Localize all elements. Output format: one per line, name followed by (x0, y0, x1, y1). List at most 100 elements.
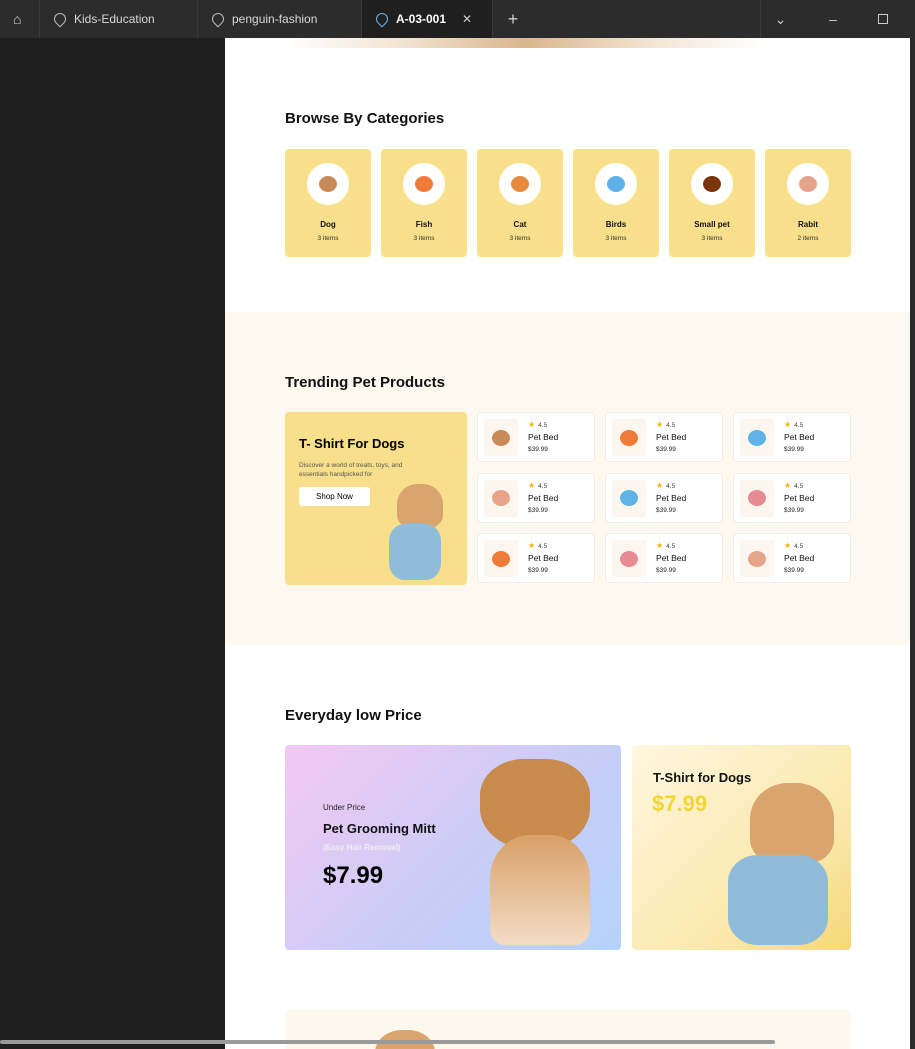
product-card[interactable]: ★ 4.5 Pet Bed $39.99 (733, 533, 851, 583)
product-card[interactable]: ★ 4.5 Pet Bed $39.99 (733, 472, 851, 523)
product-rating: ★ 4.5 (784, 481, 803, 490)
product-name: Pet Bed (656, 492, 687, 503)
bird-icon (620, 490, 638, 506)
rabbit-icon (748, 550, 766, 567)
star-icon: ★ (528, 480, 536, 490)
hero-image (285, 38, 765, 48)
rating-value: 4.5 (666, 543, 676, 550)
category-icon-circle (499, 163, 541, 205)
category-icon-circle (691, 163, 733, 205)
product-rating: ★ 4.5 (528, 481, 547, 490)
product-name: Pet Bed (784, 492, 815, 503)
category-name: Birds (605, 220, 627, 229)
category-count: 3 items (605, 235, 627, 242)
deal-card-grooming-mitt[interactable]: Under Price Pet Grooming Mitt (Easy Hair… (285, 745, 621, 950)
deal-price: $7.99 (652, 791, 708, 816)
star-icon: ★ (656, 420, 664, 429)
fish-icon (415, 176, 433, 192)
home-button[interactable]: ⌂ (0, 0, 40, 38)
close-tab-icon[interactable]: ✕ (462, 12, 472, 26)
rating-value: 4.5 (666, 482, 676, 490)
tab-icon (209, 10, 227, 28)
category-icon-circle (595, 163, 637, 205)
banner-description: Discover a world of treats, toys, and es… (299, 462, 403, 478)
category-card-cat[interactable]: Cat 3 items (477, 149, 563, 257)
fish-icon (620, 429, 638, 446)
tab-penguin-fashion[interactable]: penguin-fashion (198, 0, 362, 38)
tab-label: penguin-fashion (232, 12, 318, 26)
tab-list-button[interactable]: ⌄ (760, 0, 800, 38)
deal-card-tshirt[interactable]: T-Shirt for Dogs $7.99 (632, 745, 851, 950)
minimize-button[interactable]: – (813, 0, 853, 38)
product-name: Pet Bed (528, 492, 559, 503)
star-icon: ★ (656, 480, 664, 490)
category-card-fish[interactable]: Fish 3 items (381, 149, 467, 257)
rating-value: 4.5 (538, 543, 548, 550)
tab-kids-education[interactable]: Kids-Education (40, 0, 198, 38)
product-card[interactable]: ★ 4.5 Pet Bed $39.99 (605, 412, 723, 462)
product-price: $39.99 (656, 567, 676, 574)
star-icon: ★ (528, 541, 536, 550)
tab-a-03-001[interactable]: A-03-001 ✕ (362, 0, 493, 38)
category-name: Cat (513, 220, 527, 229)
fish-icon (492, 550, 510, 567)
promo-banner: T- Shirt For Dogs Discover a world of tr… (285, 412, 467, 585)
product-card[interactable]: ★ 4.5 Pet Bed $39.99 (477, 533, 595, 583)
category-card-dog[interactable]: Dog 3 items (285, 149, 371, 257)
chevron-down-icon: ⌄ (774, 10, 787, 27)
trending-section: Trending Pet Products T- Shirt For Dogs … (225, 312, 910, 645)
category-card-small-pet[interactable]: Small pet 3 items (669, 149, 755, 257)
product-card[interactable]: ★ 4.5 Pet Bed $39.99 (605, 472, 723, 523)
category-card-rabit[interactable]: Rabit 2 items (765, 149, 851, 257)
everyday-title: Everyday low Price (285, 707, 422, 724)
category-name: Rabit (798, 220, 818, 229)
product-rating: ★ 4.5 (528, 420, 547, 429)
star-icon: ★ (784, 480, 792, 490)
tab-label: A-03-001 (396, 12, 447, 26)
plus-icon: + (507, 8, 519, 29)
product-name: Pet Bed (656, 432, 687, 442)
rating-value: 4.5 (538, 482, 548, 490)
birds-icon (607, 176, 625, 192)
banner-title: T- Shirt For Dogs (299, 436, 405, 451)
category-name: Fish (415, 220, 433, 229)
product-rating: ★ 4.5 (784, 420, 803, 429)
category-icon-circle (403, 163, 445, 205)
product-image (740, 479, 774, 517)
shop-now-button[interactable]: Shop Now (299, 487, 370, 506)
maximize-button[interactable] (863, 0, 903, 38)
product-card[interactable]: ★ 4.5 Pet Bed $39.99 (733, 412, 851, 462)
product-price: $39.99 (656, 506, 676, 514)
deal-eyebrow: Under Price (323, 803, 366, 812)
product-image (484, 479, 518, 517)
star-icon: ★ (528, 420, 536, 429)
deal-price: $7.99 (323, 862, 384, 889)
tab-icon (51, 10, 69, 28)
product-image (740, 419, 774, 456)
new-tab-button[interactable]: + (493, 0, 533, 38)
rabit-icon (799, 176, 817, 192)
product-image (740, 540, 774, 577)
horizontal-scrollbar[interactable] (0, 1040, 775, 1044)
maximize-icon (878, 14, 888, 24)
product-card[interactable]: ★ 4.5 Pet Bed $39.99 (477, 412, 595, 462)
rating-value: 4.5 (794, 422, 804, 429)
category-count: 2 items (797, 235, 819, 242)
product-name: Pet Bed (528, 432, 559, 442)
product-name: Pet Bed (528, 553, 559, 563)
tab-label: Kids-Education (74, 12, 155, 26)
product-rating: ★ 4.5 (656, 541, 675, 550)
category-card-birds[interactable]: Birds 3 items (573, 149, 659, 257)
product-name: Pet Bed (784, 553, 815, 563)
star-icon: ★ (784, 541, 792, 550)
product-price: $39.99 (784, 446, 804, 453)
bird-icon (748, 429, 766, 446)
product-image (484, 540, 518, 577)
small-pet-icon (703, 176, 721, 192)
product-card[interactable]: ★ 4.5 Pet Bed $39.99 (477, 472, 595, 523)
window-edge (910, 38, 915, 1049)
category-count: 3 items (701, 235, 723, 242)
product-card[interactable]: ★ 4.5 Pet Bed $39.99 (605, 533, 723, 583)
star-icon: ★ (656, 541, 664, 550)
trending-title: Trending Pet Products (285, 374, 446, 391)
